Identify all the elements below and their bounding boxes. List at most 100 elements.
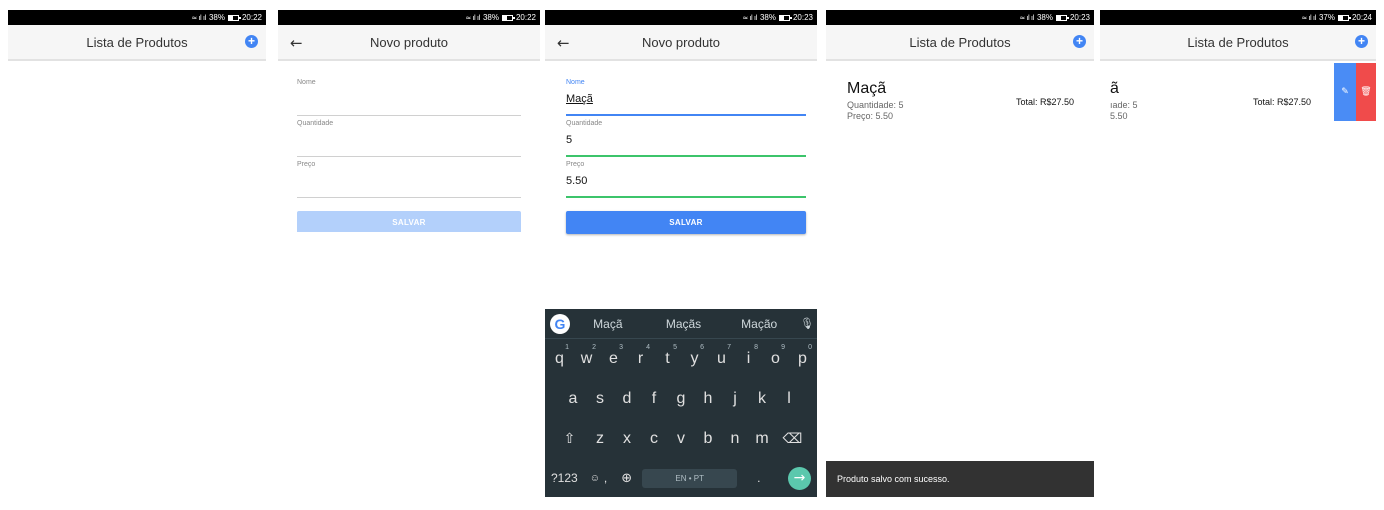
key-hint: 7: [727, 344, 731, 351]
delete-trash-icon[interactable]: 🗑︎: [1356, 63, 1376, 121]
key-t[interactable]: t: [665, 350, 669, 367]
key-e-wrap[interactable]: e3: [600, 344, 627, 368]
key-m[interactable]: m: [749, 430, 776, 448]
key-u[interactable]: u: [717, 350, 726, 367]
key-d[interactable]: d: [614, 390, 641, 408]
page-title: Novo produto: [641, 34, 721, 50]
edit-pencil-icon[interactable]: ✎: [1334, 63, 1356, 121]
comma-key[interactable]: ,: [604, 471, 607, 485]
key-r[interactable]: r: [638, 350, 643, 367]
key-hint: 2: [592, 344, 596, 351]
key-r-wrap[interactable]: r4: [627, 344, 654, 368]
status-bar: ≈ ıl ıl 38% 20:22: [278, 10, 540, 25]
clock: 20:22: [515, 13, 536, 22]
product-total: Total: R$27.50: [1015, 97, 1074, 107]
suggestion-3[interactable]: Mação: [721, 317, 797, 331]
key-c[interactable]: c: [641, 430, 668, 448]
key-u-wrap[interactable]: u7: [708, 344, 735, 368]
key-j[interactable]: j: [722, 390, 749, 408]
add-product-icon[interactable]: +: [1073, 35, 1086, 48]
suggestion-bar: G Maçã Maçãs Mação 🎙︎: [545, 309, 817, 339]
signal-icon: ≈ ıl ıl: [1019, 13, 1034, 22]
quantity-label: Quantidade: [297, 120, 334, 127]
key-i-wrap[interactable]: i8: [735, 344, 762, 368]
back-arrow-icon[interactable]: ←: [290, 34, 303, 52]
soft-keyboard: G Maçã Maçãs Mação 🎙︎ q1w2e3r4t5y6u7i8o9…: [545, 309, 817, 497]
battery-percent: 38%: [208, 13, 225, 22]
suggestion-2[interactable]: Maçãs: [646, 317, 722, 331]
screen-list-empty: ≈ ıl ıl 38% 20:22 Lista de Produtos +: [8, 10, 266, 62]
key-g[interactable]: g: [668, 390, 695, 408]
clock: 20:22: [241, 13, 262, 22]
key-q[interactable]: q: [555, 350, 564, 367]
product-quantity: Quantidade: 5: [847, 100, 904, 110]
key-a[interactable]: a: [560, 390, 587, 408]
price-field[interactable]: Preço 5.50: [566, 157, 806, 198]
globe-icon[interactable]: ⊕: [621, 471, 632, 486]
key-o-wrap[interactable]: o9: [762, 344, 789, 368]
battery-icon: [1337, 14, 1351, 21]
key-t-wrap[interactable]: t5: [654, 344, 681, 368]
symbols-key[interactable]: ?123: [551, 471, 578, 485]
key-e[interactable]: e: [609, 350, 618, 367]
key-b[interactable]: b: [695, 430, 722, 448]
emoji-key-icon[interactable]: ☺: [590, 473, 600, 484]
battery-icon: [227, 14, 241, 21]
name-label: Nome: [297, 79, 316, 86]
add-product-icon[interactable]: +: [245, 35, 258, 48]
key-y[interactable]: y: [691, 350, 699, 367]
key-w-wrap[interactable]: w2: [573, 344, 600, 368]
clock: 20:24: [1351, 13, 1372, 22]
key-n[interactable]: n: [722, 430, 749, 448]
quantity-field[interactable]: Quantidade: [297, 116, 521, 157]
key-p-wrap[interactable]: p0: [789, 344, 816, 368]
key-i[interactable]: i: [747, 350, 751, 367]
key-v[interactable]: v: [668, 430, 695, 448]
space-key[interactable]: EN • PT: [642, 468, 738, 488]
name-field[interactable]: Nome: [297, 75, 521, 116]
key-q-wrap[interactable]: q1: [546, 344, 573, 368]
product-total: Total: R$27.50: [1252, 97, 1311, 107]
product-quantity: ıade: 5: [1110, 100, 1138, 110]
list-item[interactable]: ã ıade: 5 5.50 Total: R$27.50 ✎ 🗑︎: [1100, 63, 1376, 121]
signal-icon: ≈ ıl ıl: [465, 13, 480, 22]
product-price: Preço: 5.50: [847, 111, 894, 121]
back-arrow-icon[interactable]: ←: [557, 34, 570, 52]
microphone-icon[interactable]: 🎙︎: [797, 317, 817, 330]
key-k[interactable]: k: [749, 390, 776, 408]
key-f[interactable]: f: [641, 390, 668, 408]
key-l[interactable]: l: [776, 390, 803, 408]
battery-percent: 38%: [759, 13, 776, 22]
key-s[interactable]: s: [587, 390, 614, 408]
key-o[interactable]: o: [771, 350, 780, 367]
quantity-field[interactable]: Quantidade 5: [566, 116, 806, 157]
quantity-value: 5: [566, 134, 573, 146]
suggestion-1[interactable]: Maçã: [570, 317, 646, 331]
battery-icon: [1055, 14, 1069, 21]
period-key[interactable]: .: [757, 471, 760, 485]
price-value: 5.50: [566, 175, 588, 187]
key-w[interactable]: w: [581, 350, 593, 367]
enter-key-icon[interactable]: →: [788, 466, 811, 490]
shift-key-icon[interactable]: ⇧: [553, 431, 587, 447]
backspace-key-icon[interactable]: ⌫: [776, 431, 810, 447]
key-p[interactable]: p: [798, 350, 807, 367]
list-item[interactable]: Maçã Quantidade: 5 Preço: 5.50 Total: R$…: [826, 61, 1094, 121]
clock: 20:23: [1069, 13, 1090, 22]
save-button[interactable]: SALVAR: [297, 211, 521, 232]
key-x[interactable]: x: [614, 430, 641, 448]
name-field[interactable]: Nome Maçã: [566, 75, 806, 116]
key-hint: 8: [754, 344, 758, 351]
key-z[interactable]: z: [587, 430, 614, 448]
key-h[interactable]: h: [695, 390, 722, 408]
price-label: Preço: [566, 161, 585, 168]
save-button[interactable]: SALVAR: [566, 211, 806, 234]
quantity-label: Quantidade: [566, 120, 603, 127]
price-field[interactable]: Preço: [297, 157, 521, 198]
battery-icon: [501, 14, 515, 21]
key-y-wrap[interactable]: y6: [681, 344, 708, 368]
google-icon[interactable]: G: [550, 313, 570, 334]
page-title: Lista de Produtos: [86, 34, 188, 50]
key-row-2: asdfghjkl: [545, 379, 817, 419]
add-product-icon[interactable]: +: [1355, 35, 1368, 48]
